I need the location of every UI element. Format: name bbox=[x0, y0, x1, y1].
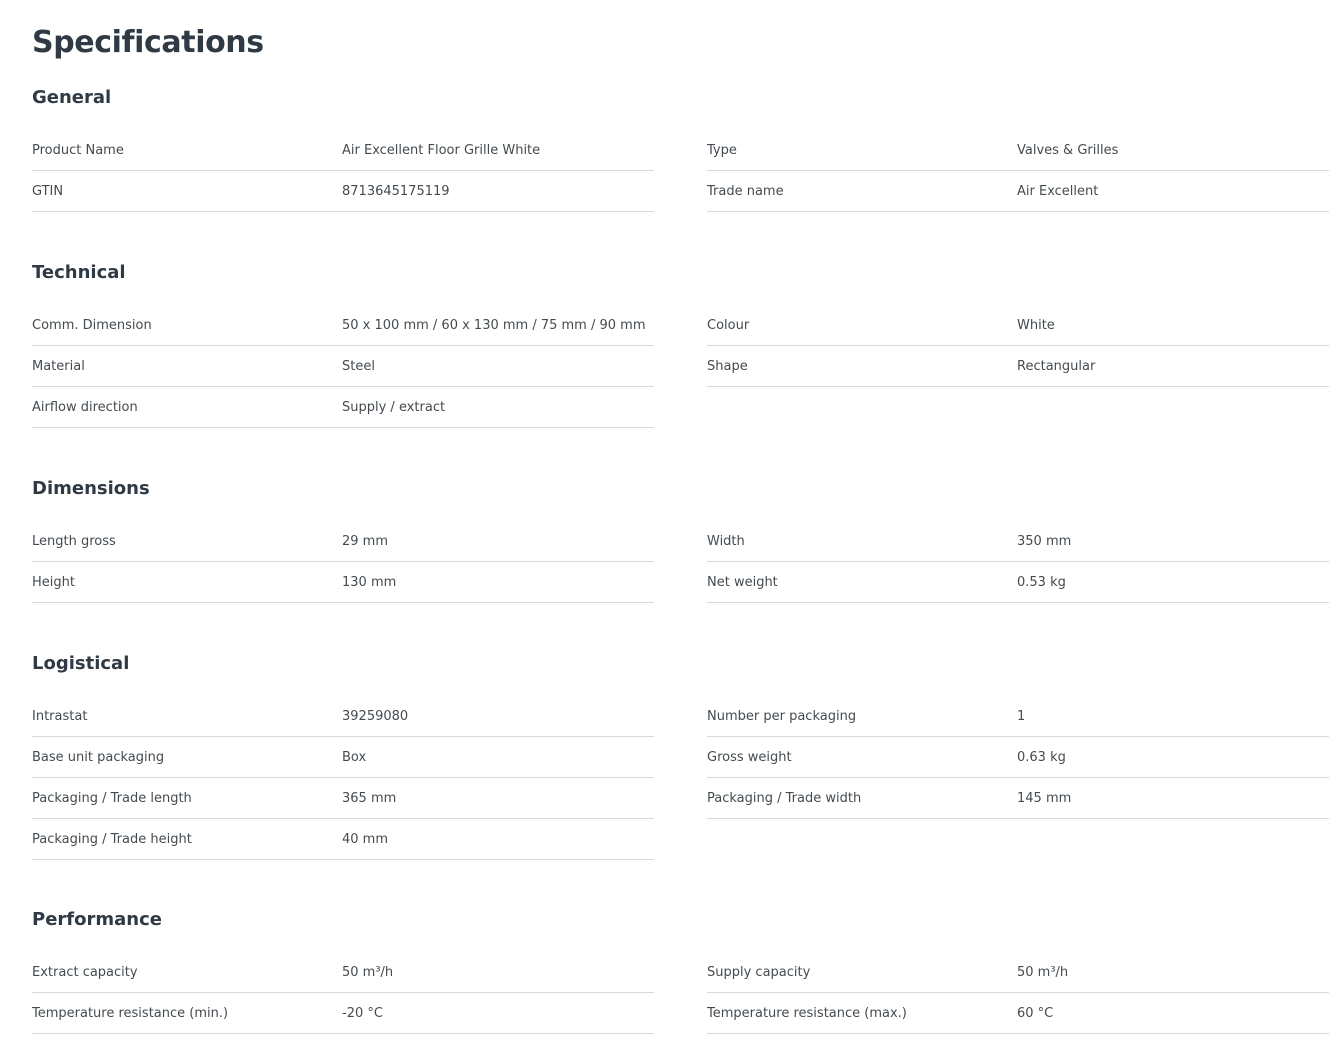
spec-value: 145 mm bbox=[1017, 791, 1072, 806]
spec-column-right: Colour White Shape Rectangular bbox=[707, 305, 1329, 387]
spec-label: Packaging / Trade width bbox=[707, 791, 862, 806]
spec-row-width: Width 350 mm bbox=[707, 521, 1329, 562]
spec-row-gross-weight: Gross weight 0.63 kg bbox=[707, 737, 1329, 778]
section-performance: Performance Extract capacity 50 m³/h Tem… bbox=[32, 906, 1329, 1062]
spec-row-net-weight: Net weight 0.53 kg bbox=[707, 562, 1329, 603]
spec-row-temperature-resistance-min: Temperature resistance (min.) -20 °C bbox=[32, 993, 654, 1034]
section-title-technical: Technical bbox=[32, 262, 126, 283]
spec-row-height: Height 130 mm bbox=[32, 562, 654, 603]
spec-column-left: Length gross 29 mm Height 130 mm bbox=[32, 521, 654, 603]
spec-value: 1 bbox=[1017, 709, 1026, 724]
spec-label: Shape bbox=[707, 359, 748, 374]
section-title-dimensions: Dimensions bbox=[32, 478, 150, 499]
spec-row-packaging-trade-length: Packaging / Trade length 365 mm bbox=[32, 778, 654, 819]
spec-row-length-gross: Length gross 29 mm bbox=[32, 521, 654, 562]
spec-value: 39259080 bbox=[342, 709, 409, 724]
spec-row-colour: Colour White bbox=[707, 305, 1329, 346]
spec-column-left: Comm. Dimension 50 x 100 mm / 60 x 130 m… bbox=[32, 305, 654, 428]
spec-value: Box bbox=[342, 750, 367, 765]
spec-label: Colour bbox=[707, 318, 750, 333]
spec-value: 50 x 100 mm / 60 x 130 mm / 75 mm / 90 m… bbox=[342, 318, 646, 333]
spec-value: 350 mm bbox=[1017, 534, 1072, 549]
spec-row-material: Material Steel bbox=[32, 346, 654, 387]
spec-row-packaging-trade-width: Packaging / Trade width 145 mm bbox=[707, 778, 1329, 819]
section-title-logistical: Logistical bbox=[32, 653, 130, 674]
spec-row-extract-capacity: Extract capacity 50 m³/h bbox=[32, 952, 654, 993]
spec-value: -20 °C bbox=[342, 1006, 383, 1021]
spec-value: Supply / extract bbox=[342, 400, 446, 415]
spec-row-airflow-direction: Airflow direction Supply / extract bbox=[32, 387, 654, 428]
spec-row-type: Type Valves & Grilles bbox=[707, 130, 1329, 171]
spec-column-right: Type Valves & Grilles Trade name Air Exc… bbox=[707, 130, 1329, 212]
spec-label: Type bbox=[707, 143, 737, 158]
spec-row-gtin: GTIN 8713645175119 bbox=[32, 171, 654, 212]
spec-value: 40 mm bbox=[342, 832, 389, 847]
spec-row-shape: Shape Rectangular bbox=[707, 346, 1329, 387]
spec-value: Air Excellent Floor Grille White bbox=[342, 143, 541, 158]
spec-label: Packaging / Trade height bbox=[32, 832, 192, 847]
spec-label: Supply capacity bbox=[707, 965, 811, 980]
spec-label: Base unit packaging bbox=[32, 750, 165, 765]
spec-label: Product Name bbox=[32, 143, 124, 158]
spec-value: Rectangular bbox=[1017, 359, 1096, 374]
spec-row-comm-dimension: Comm. Dimension 50 x 100 mm / 60 x 130 m… bbox=[32, 305, 654, 346]
spec-value: Valves & Grilles bbox=[1017, 143, 1119, 158]
spec-row-product-name: Product Name Air Excellent Floor Grille … bbox=[32, 130, 654, 171]
spec-value: 0.53 kg bbox=[1017, 575, 1066, 590]
spec-label: Number per packaging bbox=[707, 709, 857, 724]
spec-columns: Intrastat 39259080 Base unit packaging B… bbox=[32, 696, 1329, 936]
spec-label: Intrastat bbox=[32, 709, 88, 724]
spec-label: Material bbox=[32, 359, 85, 374]
spec-label: Length gross bbox=[32, 534, 116, 549]
spec-columns: Extract capacity 50 m³/h Temperature res… bbox=[32, 952, 1329, 1062]
spec-label: Net weight bbox=[707, 575, 778, 590]
spec-label: Gross weight bbox=[707, 750, 792, 765]
section-logistical: Logistical Intrastat 39259080 Base unit … bbox=[32, 650, 1329, 936]
spec-label: Trade name bbox=[707, 184, 784, 199]
spec-column-right: Supply capacity 50 m³/h Temperature resi… bbox=[707, 952, 1329, 1034]
spec-value: 50 m³/h bbox=[342, 965, 394, 980]
spec-label: Temperature resistance (min.) bbox=[32, 1006, 229, 1021]
spec-row-supply-capacity: Supply capacity 50 m³/h bbox=[707, 952, 1329, 993]
spec-value: 8713645175119 bbox=[342, 184, 450, 199]
spec-label: Packaging / Trade length bbox=[32, 791, 192, 806]
spec-label: GTIN bbox=[32, 184, 64, 199]
spec-value: 365 mm bbox=[342, 791, 397, 806]
spec-column-left: Product Name Air Excellent Floor Grille … bbox=[32, 130, 654, 212]
spec-value: 0.63 kg bbox=[1017, 750, 1066, 765]
spec-row-number-per-packaging: Number per packaging 1 bbox=[707, 696, 1329, 737]
spec-row-base-unit-packaging: Base unit packaging Box bbox=[32, 737, 654, 778]
spec-row-packaging-trade-height: Packaging / Trade height 40 mm bbox=[32, 819, 654, 860]
spec-label: Airflow direction bbox=[32, 400, 138, 415]
spec-row-trade-name: Trade name Air Excellent bbox=[707, 171, 1329, 212]
spec-column-left: Intrastat 39259080 Base unit packaging B… bbox=[32, 696, 654, 860]
page-title: Specifications bbox=[32, 25, 264, 60]
section-title-general: General bbox=[32, 87, 112, 108]
spec-value: 60 °C bbox=[1017, 1006, 1054, 1021]
spec-value: Air Excellent bbox=[1017, 184, 1099, 199]
spec-column-right: Number per packaging 1 Gross weight 0.63… bbox=[707, 696, 1329, 819]
spec-label: Comm. Dimension bbox=[32, 318, 152, 333]
spec-value: 130 mm bbox=[342, 575, 397, 590]
spec-column-left: Extract capacity 50 m³/h Temperature res… bbox=[32, 952, 654, 1034]
spec-value: 50 m³/h bbox=[1017, 965, 1069, 980]
spec-column-right: Width 350 mm Net weight 0.53 kg bbox=[707, 521, 1329, 603]
spec-value: 29 mm bbox=[342, 534, 389, 549]
spec-label: Height bbox=[32, 575, 75, 590]
spec-row-intrastat: Intrastat 39259080 bbox=[32, 696, 654, 737]
spec-label: Width bbox=[707, 534, 745, 549]
section-title-performance: Performance bbox=[32, 909, 162, 930]
spec-label: Temperature resistance (max.) bbox=[707, 1006, 907, 1021]
spec-row-temperature-resistance-max: Temperature resistance (max.) 60 °C bbox=[707, 993, 1329, 1034]
spec-value: Steel bbox=[342, 359, 375, 374]
spec-label: Extract capacity bbox=[32, 965, 138, 980]
spec-value: White bbox=[1017, 318, 1055, 333]
